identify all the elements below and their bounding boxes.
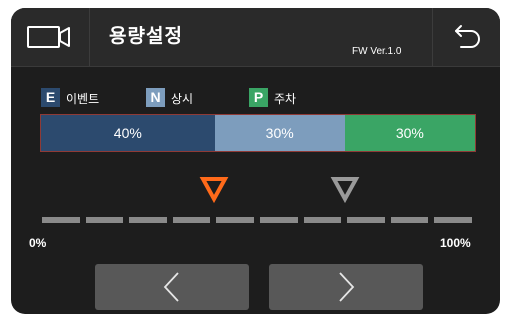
scale-step xyxy=(347,217,385,223)
device-screen: 용량설정 FW Ver.1.0 E 이벤트 N 상시 P 주차 40% 30% … xyxy=(11,8,500,314)
capacity-bar: 40% 30% 30% xyxy=(40,114,476,152)
selected-divider-marker[interactable] xyxy=(199,174,229,204)
legend-badge-parking: P xyxy=(249,88,268,107)
prev-button[interactable] xyxy=(95,264,249,310)
scale-max-label: 100% xyxy=(440,236,471,250)
scale-step xyxy=(434,217,472,223)
undo-back-arrow-icon xyxy=(455,25,480,48)
chevron-right-icon xyxy=(339,272,355,302)
capacity-segment-event: 40% xyxy=(41,115,215,151)
capacity-segment-normal: 30% xyxy=(214,115,345,151)
scale-step xyxy=(260,217,298,223)
chevron-left-icon xyxy=(163,272,179,302)
capacity-segment-parking: 30% xyxy=(344,115,475,151)
legend-label-event: 이벤트 xyxy=(66,92,100,106)
back-button[interactable] xyxy=(433,8,500,66)
firmware-version: FW Ver.1.0 xyxy=(352,46,402,57)
header-bar: 용량설정 FW Ver.1.0 xyxy=(11,8,500,67)
scale-step xyxy=(85,217,124,223)
scale-step xyxy=(42,217,80,223)
legend-badge-event: E xyxy=(41,88,60,107)
scale-min-label: 0% xyxy=(29,236,47,250)
page-title: 용량설정 xyxy=(109,25,183,47)
header-divider-left xyxy=(89,8,90,66)
next-button[interactable] xyxy=(269,264,423,310)
scale-step xyxy=(216,217,254,223)
legend-label-parking: 주차 xyxy=(274,92,297,106)
scale-step xyxy=(303,217,342,223)
second-divider-marker[interactable] xyxy=(330,174,360,204)
legend-label-normal: 상시 xyxy=(171,92,194,106)
video-camera-icon[interactable] xyxy=(27,25,71,49)
legend-badge-normal: N xyxy=(146,88,165,107)
scale-step xyxy=(172,217,211,223)
scale-step xyxy=(390,217,429,223)
scale-step xyxy=(129,217,167,223)
